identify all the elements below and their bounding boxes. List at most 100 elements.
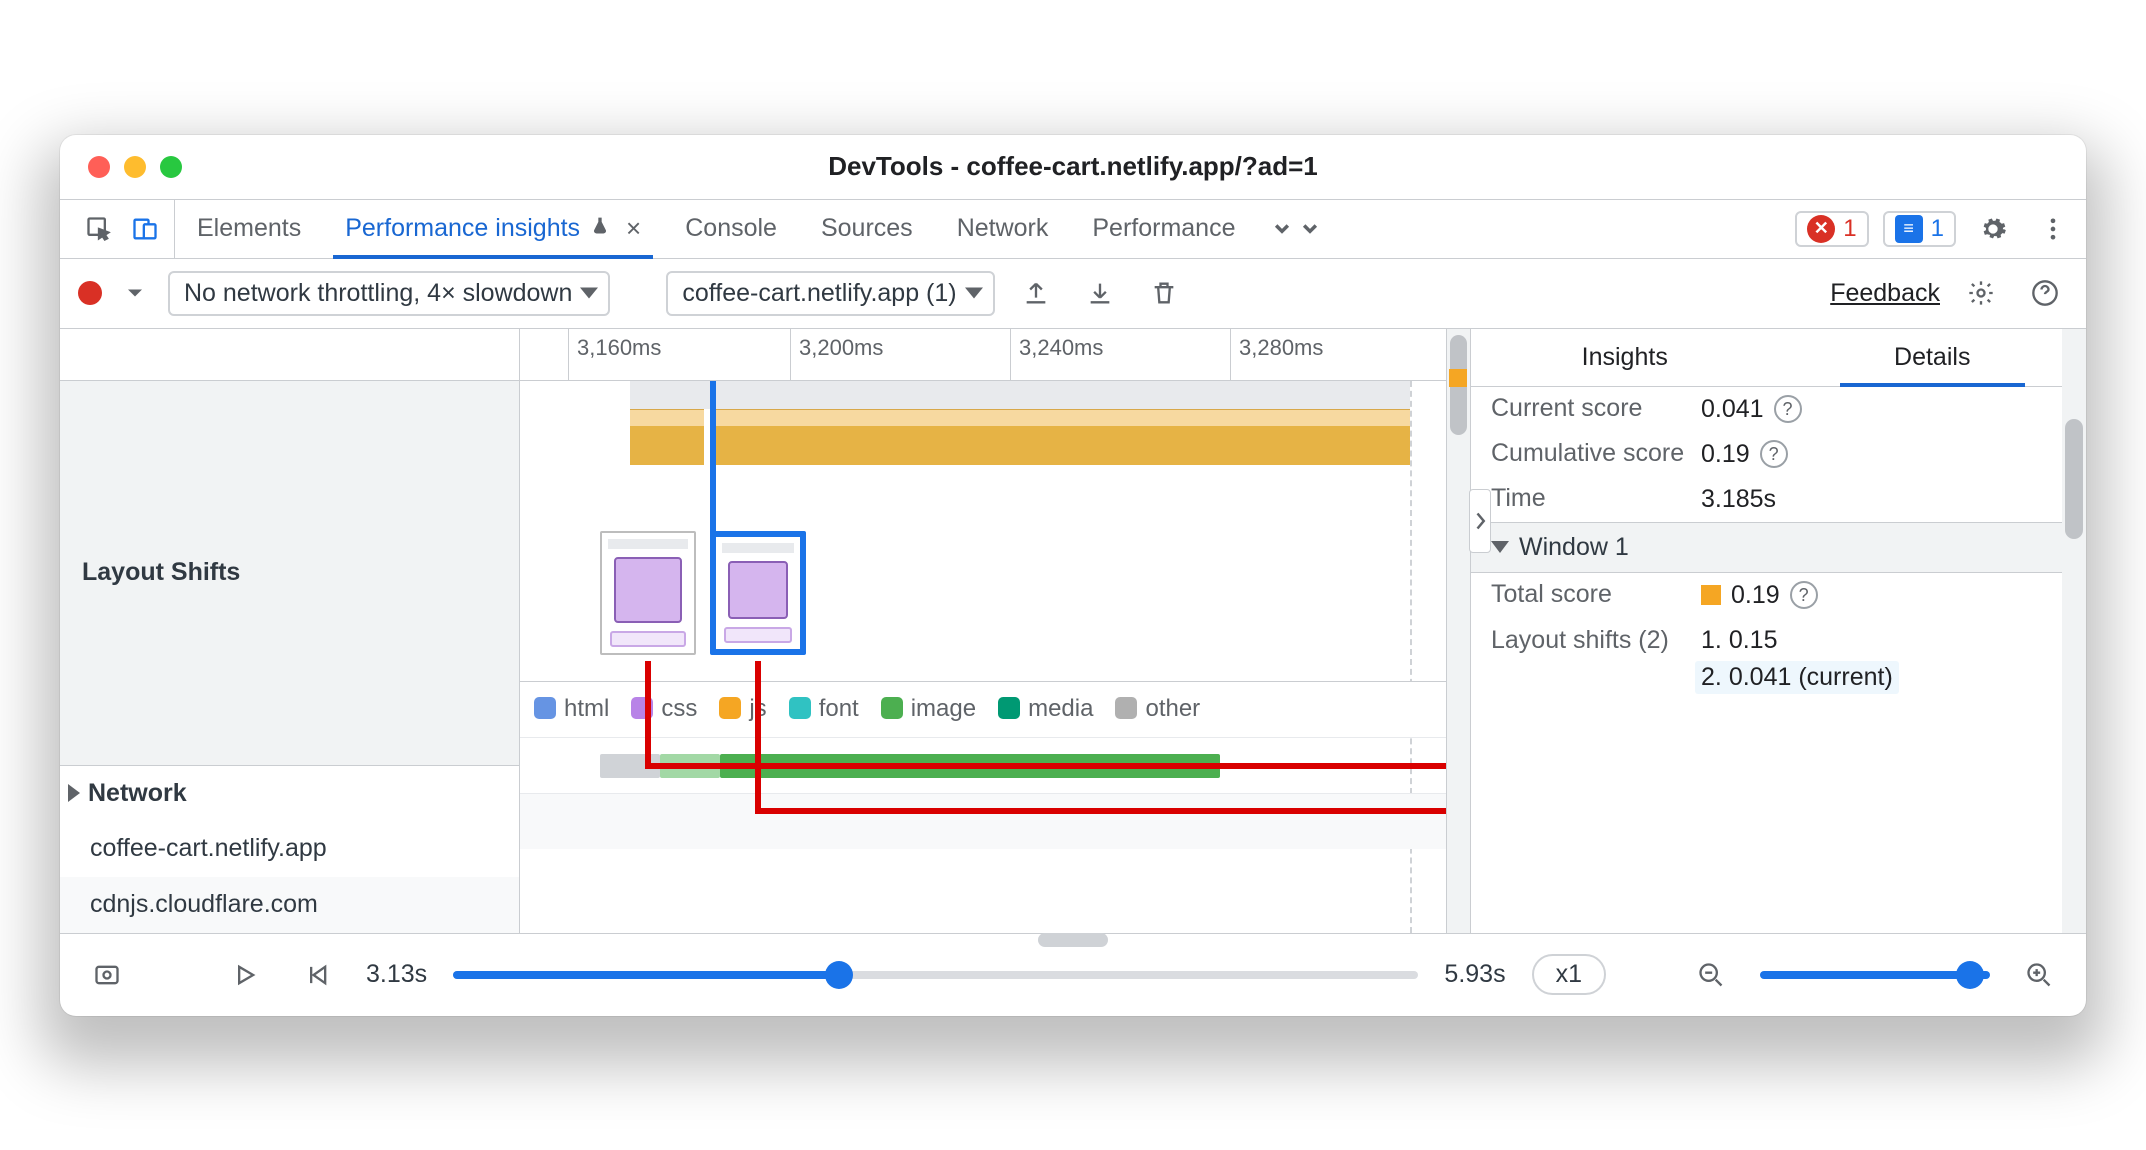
scrollbar-thumb[interactable] [2065, 419, 2083, 539]
tab-label: Elements [197, 214, 301, 243]
details-tabs: Insights Details [1471, 329, 2086, 387]
device-toolbar-icon[interactable] [122, 206, 168, 252]
slider-knob[interactable] [825, 961, 853, 989]
tab-console[interactable]: Console [663, 200, 799, 258]
network-tracks [520, 737, 1446, 849]
host-label: coffee-cart.netlify.app [90, 834, 327, 863]
zoom-slider[interactable] [1760, 971, 1990, 979]
record-options-dropdown-icon[interactable] [120, 270, 150, 316]
total-score-value: 0.19 [1731, 581, 1780, 610]
delete-icon[interactable] [1141, 270, 1187, 316]
horizontal-scroll-indicator[interactable] [1038, 933, 1108, 947]
time-value: 3.185s [1701, 485, 1776, 514]
record-button[interactable] [78, 281, 102, 305]
throttling-select[interactable]: No network throttling, 4× slowdown [168, 271, 610, 316]
request-bar[interactable] [720, 754, 1220, 778]
mac-titlebar: DevTools - coffee-cart.netlify.app/?ad=1 [60, 135, 2086, 199]
task-block[interactable] [715, 409, 1410, 465]
kebab-menu-icon[interactable] [2030, 206, 2076, 252]
gear-icon[interactable] [1970, 206, 2016, 252]
message-count-pill[interactable]: ≡ 1 [1883, 211, 1956, 247]
kv-cumulative-score: Cumulative score 0.19? [1471, 432, 2086, 477]
disclosure-triangle-icon [1491, 541, 1509, 553]
network-request-row[interactable] [520, 737, 1446, 793]
legend-item: js [719, 695, 766, 723]
help-icon[interactable]: ? [1790, 581, 1818, 609]
play-icon[interactable] [222, 952, 268, 998]
details-panel: Insights Details Current score 0.041? Cu… [1470, 329, 2086, 933]
ruler-tick: 3,280ms [1230, 329, 1323, 380]
tab-label: Performance [1092, 214, 1235, 243]
request-bar[interactable] [660, 754, 720, 778]
layout-shifts-track-label: Layout Shifts [60, 381, 519, 765]
task-block[interactable] [630, 409, 704, 465]
help-icon[interactable]: ? [1760, 440, 1788, 468]
recording-select[interactable]: coffee-cart.netlify.app (1) [666, 271, 994, 316]
export-icon[interactable] [1013, 270, 1059, 316]
ruler-spacer [60, 329, 519, 381]
zoom-out-icon[interactable] [1688, 952, 1734, 998]
feedback-link[interactable]: Feedback [1830, 279, 1940, 308]
layout-shift-thumbnails [520, 531, 1446, 661]
rewind-to-start-icon[interactable] [294, 952, 340, 998]
more-tabs-icon[interactable] [1258, 200, 1334, 258]
layout-shift-thumbnail-selected[interactable] [710, 531, 806, 655]
error-count-pill[interactable]: ✕ 1 [1795, 211, 1868, 247]
throttling-value: No network throttling, 4× slowdown [184, 279, 572, 307]
details-scrollbar[interactable] [2062, 329, 2086, 933]
tab-elements[interactable]: Elements [175, 200, 323, 258]
flask-icon [590, 214, 610, 243]
ruler-tick: 3,200ms [790, 329, 883, 380]
tab-label: Network [957, 214, 1049, 243]
request-bar[interactable] [600, 754, 660, 778]
error-count: 1 [1843, 215, 1856, 243]
track-labels-column: Layout Shifts Network coffee-cart.netlif… [60, 329, 520, 933]
network-request-row[interactable] [520, 793, 1446, 849]
playback-start-time: 3.13s [366, 960, 427, 989]
legend-item: media [998, 695, 1093, 723]
window-section-header[interactable]: Window 1 [1471, 522, 2086, 573]
inspect-element-icon[interactable] [76, 206, 122, 252]
devtools-top-bar: Elements Performance insights × Console … [60, 199, 2086, 259]
help-icon[interactable] [2022, 270, 2068, 316]
collapse-panel-icon[interactable] [1469, 489, 1491, 553]
tab-insights[interactable]: Insights [1471, 329, 1779, 386]
tab-sources[interactable]: Sources [799, 200, 935, 258]
playback-slider[interactable] [453, 971, 1418, 979]
network-label-text: Network [88, 779, 187, 808]
overview-event-marker[interactable] [1449, 369, 1467, 387]
layout-shift-entry-current[interactable]: 2. 0.041 (current) [1695, 661, 1899, 694]
tracks-area[interactable]: html css js font image media other [520, 381, 1470, 933]
network-host-row[interactable]: cdnjs.cloudflare.com [60, 877, 519, 933]
speed-chip[interactable]: x1 [1532, 954, 1606, 995]
timeline-column[interactable]: 3,160ms 3,200ms 3,240ms 3,280ms [520, 329, 1470, 933]
cumulative-score-value: 0.19 [1701, 440, 1750, 469]
tab-performance[interactable]: Performance [1070, 200, 1257, 258]
window-title: DevTools - coffee-cart.netlify.app/?ad=1 [60, 151, 2086, 182]
host-label: cdnjs.cloudflare.com [90, 890, 318, 919]
layout-shift-thumbnail[interactable] [600, 531, 696, 655]
panel-tabs: Elements Performance insights × Console … [175, 200, 1258, 258]
zoom-knob[interactable] [1956, 961, 1984, 989]
network-legend: html css js font image media other [520, 681, 1446, 737]
playback-end-time: 5.93s [1444, 960, 1505, 989]
section-title: Window 1 [1519, 533, 1629, 562]
toggle-preview-icon[interactable] [84, 952, 130, 998]
close-tab-icon[interactable]: × [620, 213, 641, 244]
panel-settings-icon[interactable] [1958, 270, 2004, 316]
zoom-in-icon[interactable] [2016, 952, 2062, 998]
current-score-value: 0.041 [1701, 395, 1764, 424]
kv-current-score: Current score 0.041? [1471, 387, 2086, 432]
tab-details[interactable]: Details [1779, 329, 2087, 386]
layout-shift-entry[interactable]: 1. 0.15 [1701, 626, 1777, 655]
import-icon[interactable] [1077, 270, 1123, 316]
help-icon[interactable]: ? [1774, 395, 1802, 423]
timeline-vertical-scrollbar[interactable] [1446, 329, 1470, 933]
network-track-header[interactable]: Network [60, 765, 519, 821]
kv-total-score: Total score 0.19 ? [1471, 573, 2086, 618]
time-ruler[interactable]: 3,160ms 3,200ms 3,240ms 3,280ms [520, 329, 1470, 381]
tab-performance-insights[interactable]: Performance insights × [323, 200, 663, 258]
main-thread-gap [630, 381, 1410, 409]
network-host-row[interactable]: coffee-cart.netlify.app [60, 821, 519, 877]
tab-network[interactable]: Network [935, 200, 1071, 258]
